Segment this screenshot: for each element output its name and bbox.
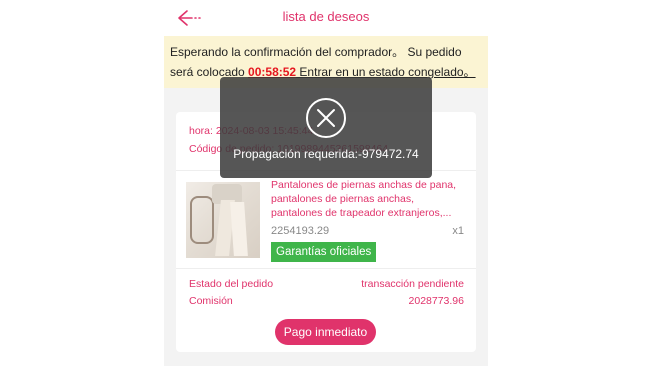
commission-value: 2028773.96 bbox=[408, 295, 464, 307]
divider bbox=[176, 268, 476, 269]
toast-message: Propagación requerida:-979472.74 bbox=[233, 147, 419, 161]
page-title: lista de deseos bbox=[282, 9, 370, 24]
close-circle-icon bbox=[306, 98, 346, 138]
guarantee-badge: Garantías oficiales bbox=[271, 242, 377, 262]
chair-shape bbox=[190, 196, 214, 244]
trouser-leg bbox=[230, 202, 248, 256]
product-image[interactable] bbox=[186, 182, 260, 258]
order-status-value: transacción pendiente bbox=[361, 278, 464, 290]
order-status-row: Estado del pedido transacción pendiente bbox=[189, 278, 464, 290]
error-toast: Propagación requerida:-979472.74 bbox=[220, 77, 432, 178]
header-bar: lista de deseos bbox=[164, 0, 488, 36]
commission-row: Comisión 2028773.96 bbox=[189, 295, 464, 307]
commission-label: Comisión bbox=[189, 295, 233, 307]
product-quantity: x1 bbox=[452, 225, 464, 237]
pay-now-button[interactable]: Pago inmediato bbox=[275, 319, 376, 345]
app-screen: lista de deseos Esperando la confirmació… bbox=[164, 0, 488, 366]
product-price: 2254193.29 bbox=[271, 225, 330, 237]
order-status-label: Estado del pedido bbox=[189, 278, 274, 290]
product-name[interactable]: Pantalones de piernas anchas de pana, pa… bbox=[271, 178, 467, 220]
